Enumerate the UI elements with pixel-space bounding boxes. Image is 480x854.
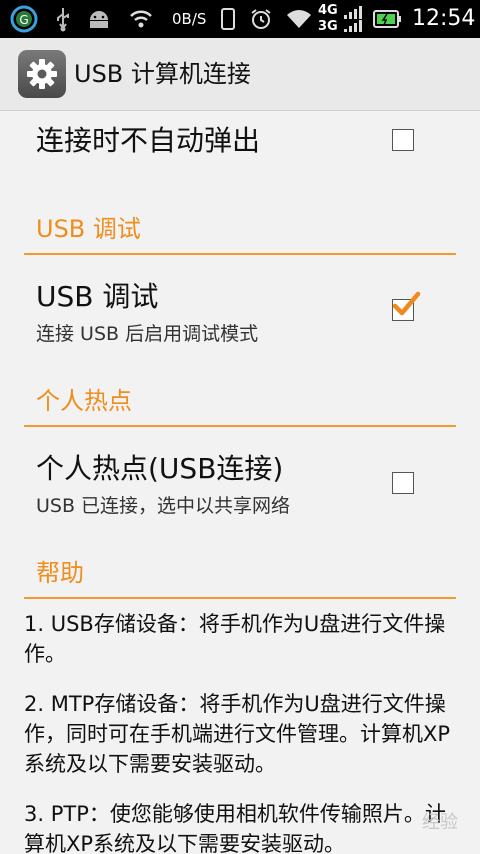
pref-summary: USB 已连接，选中以共享网络 bbox=[36, 495, 291, 517]
app-g-icon: G bbox=[8, 0, 40, 38]
status-bar: G 0B/S 4G 3G 12:54 bbox=[0, 0, 480, 38]
help-item-2: 2. MTP存储设备：将手机作为U盘进行文件操作，同时可在手机端进行文件管理。计… bbox=[24, 692, 451, 776]
network-speed: 0B/S bbox=[172, 10, 207, 28]
watermark: 经验 bbox=[422, 812, 458, 833]
android-debug-icon bbox=[84, 0, 114, 38]
alarm-icon bbox=[246, 0, 276, 38]
category-divider bbox=[24, 425, 456, 427]
wifi-hotspot-icon bbox=[124, 0, 158, 38]
no-auto-popup-checkbox[interactable] bbox=[392, 129, 414, 151]
wifi-icon bbox=[282, 0, 316, 38]
pref-title: 连接时不自动弹出 bbox=[36, 124, 261, 157]
category-help: 帮助 bbox=[36, 559, 84, 587]
category-hotspot: 个人热点 bbox=[36, 387, 132, 415]
pref-summary: 连接 USB 后启用调试模式 bbox=[36, 323, 259, 345]
pref-title: 个人热点(USB连接) bbox=[36, 452, 284, 485]
help-item-1: 1. USB存储设备：将手机作为U盘进行文件操作。 bbox=[24, 612, 446, 666]
battery-icon bbox=[370, 0, 406, 38]
hotspot-checkbox[interactable] bbox=[392, 472, 414, 494]
category-usb-debug: USB 调试 bbox=[36, 215, 141, 243]
preferences-list: 连接时不自动弹出 USB 调试 USB 调试 连接 USB 后启用调试模式 个人… bbox=[0, 111, 480, 854]
clock: 12:54 bbox=[412, 6, 476, 31]
category-divider bbox=[24, 253, 456, 255]
phone-icon bbox=[218, 0, 238, 38]
svg-text:G: G bbox=[19, 13, 28, 27]
pref-title: USB 调试 bbox=[36, 280, 159, 313]
page-title: USB 计算机连接 bbox=[74, 60, 251, 88]
signal-icon bbox=[340, 0, 368, 38]
checkmark-icon bbox=[392, 291, 421, 316]
settings-gear-icon[interactable] bbox=[18, 50, 66, 98]
action-bar: USB 计算机连接 bbox=[0, 38, 480, 111]
help-item-3: 3. PTP：使您能够使用相机软件传输照片。计算机XP系统及以下需要安装驱动。 bbox=[24, 802, 446, 854]
usb-debug-checkbox[interactable] bbox=[392, 291, 421, 321]
category-divider bbox=[24, 597, 456, 599]
usb-icon bbox=[50, 0, 76, 38]
